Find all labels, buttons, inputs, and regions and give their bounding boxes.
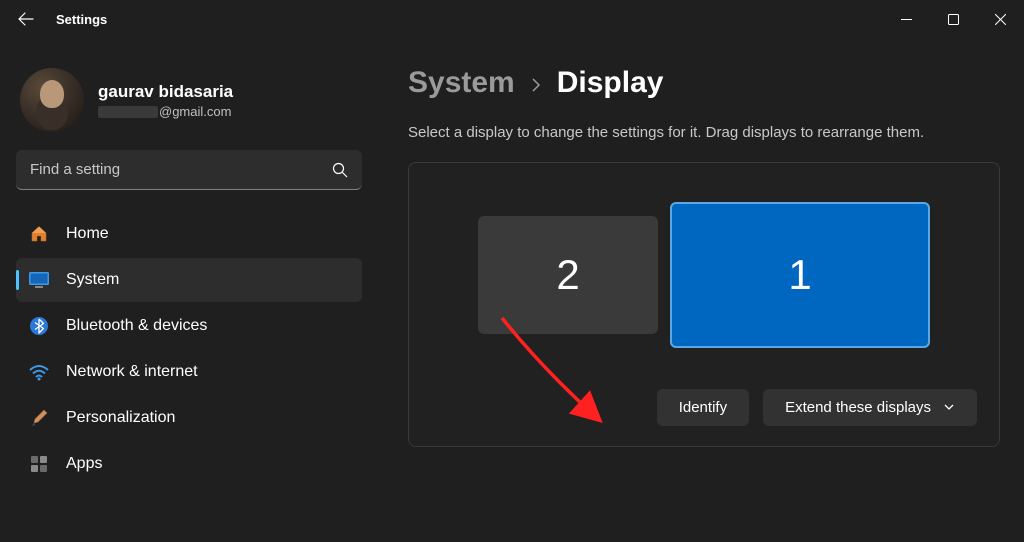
window-title: Settings bbox=[56, 12, 107, 27]
sidebar-item-home[interactable]: Home bbox=[16, 212, 362, 256]
panel-actions: Identify Extend these displays bbox=[431, 389, 977, 426]
minimize-icon bbox=[901, 14, 912, 25]
close-button[interactable] bbox=[977, 0, 1024, 38]
monitor-canvas[interactable]: 2 1 bbox=[431, 185, 977, 365]
bluetooth-icon bbox=[28, 315, 50, 337]
chevron-right-icon bbox=[529, 72, 543, 98]
sidebar-item-label: Apps bbox=[66, 455, 102, 473]
breadcrumb-parent[interactable]: System bbox=[408, 66, 515, 100]
arrow-left-icon bbox=[18, 11, 34, 27]
apps-icon bbox=[28, 453, 50, 475]
monitor-2[interactable]: 2 bbox=[478, 216, 658, 334]
titlebar: Settings bbox=[0, 0, 1024, 38]
chevron-down-icon bbox=[943, 401, 955, 413]
avatar bbox=[20, 68, 84, 132]
sidebar-item-label: Home bbox=[66, 225, 109, 243]
nav: Home System Bluetooth & devices Network … bbox=[16, 212, 362, 486]
sidebar-item-bluetooth[interactable]: Bluetooth & devices bbox=[16, 304, 362, 348]
monitor-1[interactable]: 1 bbox=[670, 202, 930, 348]
main-content: System Display Select a display to chang… bbox=[378, 38, 1024, 542]
wifi-icon bbox=[28, 361, 50, 383]
system-icon bbox=[28, 269, 50, 291]
sidebar-item-label: System bbox=[66, 271, 119, 289]
sidebar-item-system[interactable]: System bbox=[16, 258, 362, 302]
identify-button[interactable]: Identify bbox=[657, 389, 749, 426]
sidebar-item-label: Bluetooth & devices bbox=[66, 317, 207, 335]
sidebar-item-network[interactable]: Network & internet bbox=[16, 350, 362, 394]
display-mode-dropdown[interactable]: Extend these displays bbox=[763, 389, 977, 426]
maximize-button[interactable] bbox=[930, 0, 977, 38]
sidebar-item-label: Network & internet bbox=[66, 363, 198, 381]
close-icon bbox=[995, 14, 1006, 25]
user-email: @gmail.com bbox=[98, 104, 233, 119]
redacted-text bbox=[98, 106, 158, 118]
home-icon bbox=[28, 223, 50, 245]
sidebar-item-apps[interactable]: Apps bbox=[16, 442, 362, 486]
display-arrangement-panel: 2 1 Identify Extend these displays bbox=[408, 162, 1000, 447]
sidebar-item-label: Personalization bbox=[66, 409, 175, 427]
window-controls bbox=[883, 0, 1024, 38]
page-description: Select a display to change the settings … bbox=[408, 122, 1000, 144]
brush-icon bbox=[28, 407, 50, 429]
search-input[interactable] bbox=[30, 161, 332, 178]
sidebar-item-personalization[interactable]: Personalization bbox=[16, 396, 362, 440]
user-name: gaurav bidasaria bbox=[98, 82, 233, 102]
breadcrumb: System Display bbox=[408, 66, 1000, 100]
minimize-button[interactable] bbox=[883, 0, 930, 38]
back-button[interactable] bbox=[16, 9, 36, 29]
page-title: Display bbox=[557, 66, 664, 100]
user-profile[interactable]: gaurav bidasaria @gmail.com bbox=[16, 60, 362, 150]
maximize-icon bbox=[948, 14, 959, 25]
sidebar: gaurav bidasaria @gmail.com Home System bbox=[0, 38, 378, 542]
search-icon bbox=[332, 162, 348, 178]
search-box[interactable] bbox=[16, 150, 362, 190]
